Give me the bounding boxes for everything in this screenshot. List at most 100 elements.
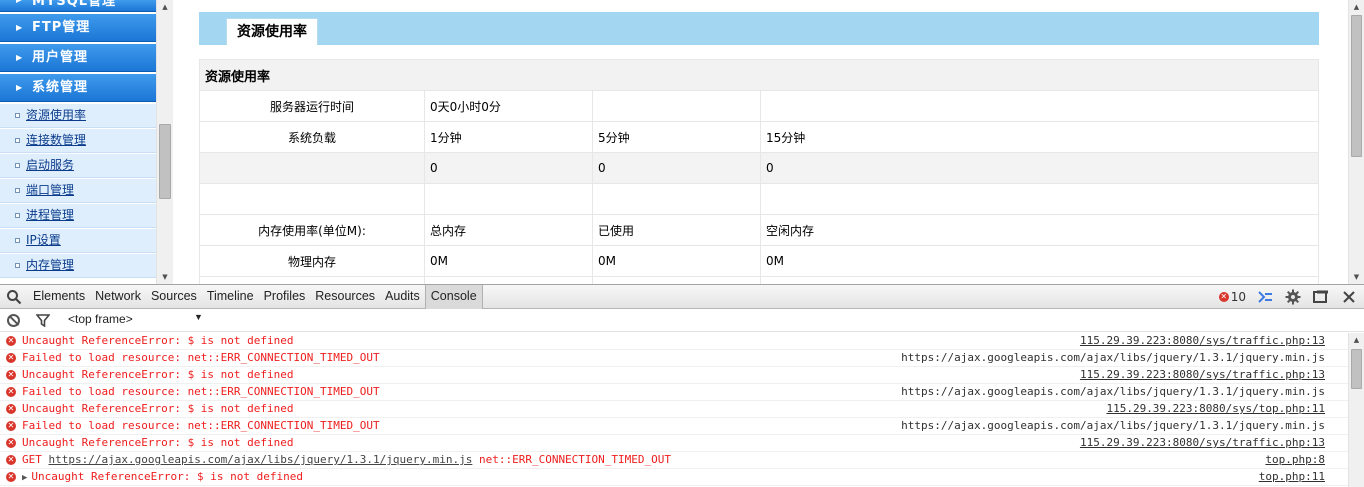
- bullet-icon: [15, 188, 20, 193]
- error-icon: ✕: [6, 387, 16, 397]
- table-row: 系统负载 1分钟 5分钟 15分钟: [199, 121, 1319, 153]
- scroll-down-icon[interactable]: ▼: [157, 270, 173, 284]
- page-scrollbar-thumb[interactable]: [1351, 15, 1362, 157]
- scroll-up-icon[interactable]: ▲: [157, 0, 173, 14]
- tab-profiles[interactable]: Profiles: [259, 285, 311, 309]
- message-source[interactable]: https://ajax.googleapis.com/ajax/libs/jq…: [901, 384, 1325, 400]
- nav-scrollbar[interactable]: ▲ ▼: [156, 0, 173, 284]
- expand-triangle-icon[interactable]: ▶: [22, 473, 27, 483]
- dock-icon[interactable]: [1312, 288, 1330, 306]
- message-source-link[interactable]: 115.29.39.223:8080/sys/top.php:11: [1106, 401, 1325, 417]
- row-label: [199, 152, 425, 184]
- nav-item-processes: 进程管理: [0, 204, 156, 228]
- message-text: Uncaught ReferenceError: $ is not define…: [22, 368, 294, 381]
- error-count: 10: [1230, 290, 1246, 304]
- tab-timeline[interactable]: Timeline: [202, 285, 259, 309]
- message-source-link[interactable]: 115.29.39.223:8080/sys/traffic.php:13: [1080, 367, 1325, 383]
- console-filter-bar: <top frame> ▼: [0, 309, 1364, 332]
- tab-resource-usage[interactable]: 资源使用率: [226, 18, 318, 45]
- request-url-link[interactable]: https://ajax.googleapis.com/ajax/libs/jq…: [49, 453, 473, 466]
- close-icon[interactable]: [1340, 288, 1358, 306]
- row-label: 内存使用率(单位M):: [199, 214, 425, 246]
- search-icon[interactable]: [6, 289, 22, 305]
- message-source-link[interactable]: top.php:8: [1265, 452, 1325, 468]
- cell: 0M: [760, 245, 1319, 277]
- nav-item-ports: 端口管理: [0, 179, 156, 203]
- expand-arrow-icon: ▶: [16, 53, 24, 62]
- error-counter[interactable]: ✕ 10: [1218, 290, 1246, 304]
- error-icon: ✕: [1218, 292, 1229, 302]
- console-message: ✕ Failed to load resource: net::ERR_CONN…: [0, 384, 1348, 401]
- cell: 1分钟: [424, 121, 593, 153]
- filter-icon[interactable]: [36, 314, 50, 327]
- message-source-link[interactable]: top.php:11: [1259, 469, 1325, 485]
- row-label: 物理内存: [199, 245, 425, 277]
- error-icon: ✕: [6, 336, 16, 346]
- nav-menu-ftp[interactable]: ▶ FTP管理: [0, 14, 156, 42]
- message-text: Failed to load resource: net::ERR_CONNEC…: [22, 385, 380, 398]
- nav-menu-system[interactable]: ▶ 系统管理: [0, 74, 156, 102]
- request-error: net::ERR_CONNECTION_TIMED_OUT: [478, 453, 672, 466]
- tab-sources[interactable]: Sources: [146, 285, 202, 309]
- message-source-link[interactable]: 115.29.39.223:8080/sys/traffic.php:13: [1080, 333, 1325, 349]
- chevron-down-icon: ▼: [194, 312, 203, 322]
- gear-icon[interactable]: [1284, 288, 1302, 306]
- message-text: Uncaught ReferenceError: $ is not define…: [22, 436, 294, 449]
- table-row: 0 0 0: [199, 152, 1319, 184]
- nav-item-ip-settings: IP设置: [0, 229, 156, 253]
- bullet-icon: [15, 213, 20, 218]
- nav-item-link[interactable]: 连接数管理: [26, 133, 86, 147]
- console-scrollbar[interactable]: ▲: [1348, 333, 1364, 487]
- console-message: ✕ Uncaught ReferenceError: $ is not defi…: [0, 333, 1348, 350]
- nav-item-link[interactable]: IP设置: [26, 233, 61, 247]
- nav-item-link[interactable]: 启动服务: [26, 158, 74, 172]
- cell: 0: [760, 152, 1319, 184]
- message-source[interactable]: https://ajax.googleapis.com/ajax/libs/jq…: [901, 418, 1325, 434]
- left-nav-frame: ▶ MYSQL管理 ▶ FTP管理 ▶ 用户管理 ▶ 系统管理 资源使用率 连接: [0, 0, 173, 284]
- clear-console-icon[interactable]: [7, 314, 20, 327]
- devtools-toolbar: Elements Network Sources Timeline Profil…: [0, 285, 1364, 309]
- cell: 0M: [592, 245, 761, 277]
- tab-elements[interactable]: Elements: [28, 285, 90, 309]
- tab-console[interactable]: Console: [424, 285, 483, 309]
- nav-menu-mysql[interactable]: ▶ MYSQL管理: [0, 0, 156, 12]
- nav-item-connections: 连接数管理: [0, 129, 156, 153]
- scroll-down-icon[interactable]: ▼: [1349, 270, 1364, 284]
- tab-bar: 资源使用率: [199, 12, 1319, 45]
- nav-item-link[interactable]: 端口管理: [26, 183, 74, 197]
- row-label: 系统负载: [199, 121, 425, 153]
- scroll-up-icon[interactable]: ▲: [1349, 0, 1364, 14]
- expand-arrow-icon: ▶: [16, 23, 24, 32]
- resource-table: 资源使用率 服务器运行时间 0天0小时0分 系统负载 1分钟 5分钟 15分钟 …: [199, 59, 1319, 284]
- message-text: Uncaught ReferenceError: $ is not define…: [22, 402, 294, 415]
- error-icon: ✕: [6, 455, 16, 465]
- cell: 5分钟: [592, 121, 761, 153]
- nav-item-link[interactable]: 资源使用率: [26, 108, 86, 122]
- console-message-get: ✕ GET https://ajax.googleapis.com/ajax/l…: [0, 452, 1348, 469]
- frame-select[interactable]: <top frame> ▼: [68, 312, 208, 326]
- cell: 0M: [424, 245, 593, 277]
- scroll-up-icon[interactable]: ▲: [1349, 333, 1364, 347]
- message-text: Failed to load resource: net::ERR_CONNEC…: [22, 419, 380, 432]
- nav-menu-users[interactable]: ▶ 用户管理: [0, 44, 156, 72]
- tab-network[interactable]: Network: [90, 285, 146, 309]
- nav-menu-label: MYSQL管理: [32, 0, 117, 9]
- page-scrollbar[interactable]: ▲ ▼: [1348, 0, 1364, 284]
- console-scrollbar-thumb[interactable]: [1351, 349, 1362, 389]
- nav-scrollbar-thumb[interactable]: [159, 124, 171, 199]
- cell: 15分钟: [760, 121, 1319, 153]
- message-text: Uncaught ReferenceError: $ is not define…: [22, 334, 294, 347]
- tab-resources[interactable]: Resources: [310, 285, 380, 309]
- show-drawer-icon[interactable]: [1256, 288, 1274, 306]
- message-source[interactable]: https://ajax.googleapis.com/ajax/libs/jq…: [901, 350, 1325, 366]
- nav-item-link[interactable]: 内存管理: [26, 258, 74, 272]
- page-viewport: ▶ MYSQL管理 ▶ FTP管理 ▶ 用户管理 ▶ 系统管理 资源使用率 连接: [0, 0, 1364, 284]
- cell: [760, 183, 1319, 215]
- nav-item-link[interactable]: 进程管理: [26, 208, 74, 222]
- message-source-link[interactable]: 115.29.39.223:8080/sys/traffic.php:13: [1080, 435, 1325, 451]
- nav-menu: ▶ MYSQL管理 ▶ FTP管理 ▶ 用户管理 ▶ 系统管理 资源使用率 连接: [0, 0, 156, 278]
- tab-audits[interactable]: Audits: [380, 285, 425, 309]
- bullet-icon: [15, 113, 20, 118]
- console-messages: ✕ Uncaught ReferenceError: $ is not defi…: [0, 333, 1348, 487]
- console-message: ✕ Failed to load resource: net::ERR_CONN…: [0, 350, 1348, 367]
